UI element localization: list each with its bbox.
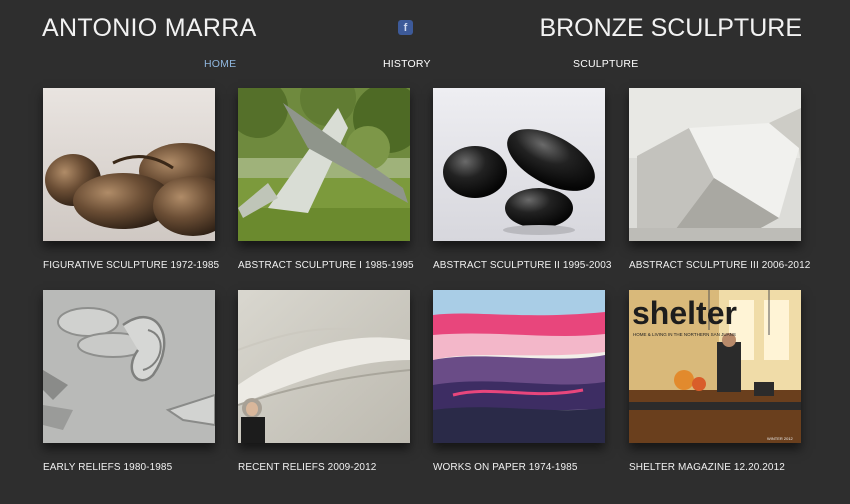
nav-home[interactable]: HOME [204, 58, 236, 70]
gallery-caption[interactable]: FIGURATIVE SCULPTURE 1972-1985 [43, 260, 219, 271]
shelter-magazine-image[interactable]: shelter HOME & LIVING IN THE NORTHERN SA… [629, 290, 801, 443]
gallery-caption[interactable]: SHELTER MAGAZINE 12.20.2012 [629, 462, 801, 473]
figurative-sculpture-image[interactable] [43, 88, 215, 241]
gallery-caption[interactable]: ABSTRACT SCULPTURE II 1995-2003 [433, 260, 611, 271]
gallery-item-shelter-magazine[interactable]: shelter HOME & LIVING IN THE NORTHERN SA… [629, 290, 801, 473]
gallery-item-figurative-sculpture[interactable]: FIGURATIVE SCULPTURE 1972-1985 [43, 88, 219, 271]
facebook-icon[interactable]: f [398, 20, 413, 35]
recent-reliefs-image[interactable] [238, 290, 410, 443]
gallery-caption[interactable]: WORKS ON PAPER 1974-1985 [433, 462, 605, 473]
gallery-caption[interactable]: EARLY RELIEFS 1980-1985 [43, 462, 215, 473]
shelter-magazine-issue: WINTER 2012 [767, 436, 794, 441]
shelter-magazine-masthead: shelter [632, 295, 737, 331]
abstract-sculpture-ii-image[interactable] [433, 88, 605, 241]
gallery-caption[interactable]: ABSTRACT SCULPTURE I 1985-1995 [238, 260, 414, 271]
works-on-paper-image[interactable] [433, 290, 605, 443]
gallery-item-abstract-sculpture-iii[interactable]: ABSTRACT SCULPTURE III 2006-2012 [629, 88, 810, 271]
abstract-sculpture-i-image[interactable] [238, 88, 410, 241]
site-tagline: BRONZE SCULPTURE [539, 14, 802, 42]
gallery-item-early-reliefs[interactable]: EARLY RELIEFS 1980-1985 [43, 290, 215, 473]
abstract-sculpture-iii-image[interactable] [629, 88, 801, 241]
nav-sculpture[interactable]: SCULPTURE [573, 58, 638, 70]
shelter-magazine-subtitle: HOME & LIVING IN THE NORTHERN SAN JUANS [633, 332, 736, 337]
gallery-item-abstract-sculpture-i[interactable]: ABSTRACT SCULPTURE I 1985-1995 [238, 88, 414, 271]
site-title[interactable]: ANTONIO MARRA [42, 14, 257, 43]
early-reliefs-image[interactable] [43, 290, 215, 443]
gallery-item-works-on-paper[interactable]: WORKS ON PAPER 1974-1985 [433, 290, 605, 473]
gallery-item-recent-reliefs[interactable]: RECENT RELIEFS 2009-2012 [238, 290, 410, 473]
gallery-caption[interactable]: RECENT RELIEFS 2009-2012 [238, 462, 410, 473]
gallery-item-abstract-sculpture-ii[interactable]: ABSTRACT SCULPTURE II 1995-2003 [433, 88, 611, 271]
gallery-caption[interactable]: ABSTRACT SCULPTURE III 2006-2012 [629, 260, 810, 271]
nav-history[interactable]: HISTORY [383, 58, 431, 70]
